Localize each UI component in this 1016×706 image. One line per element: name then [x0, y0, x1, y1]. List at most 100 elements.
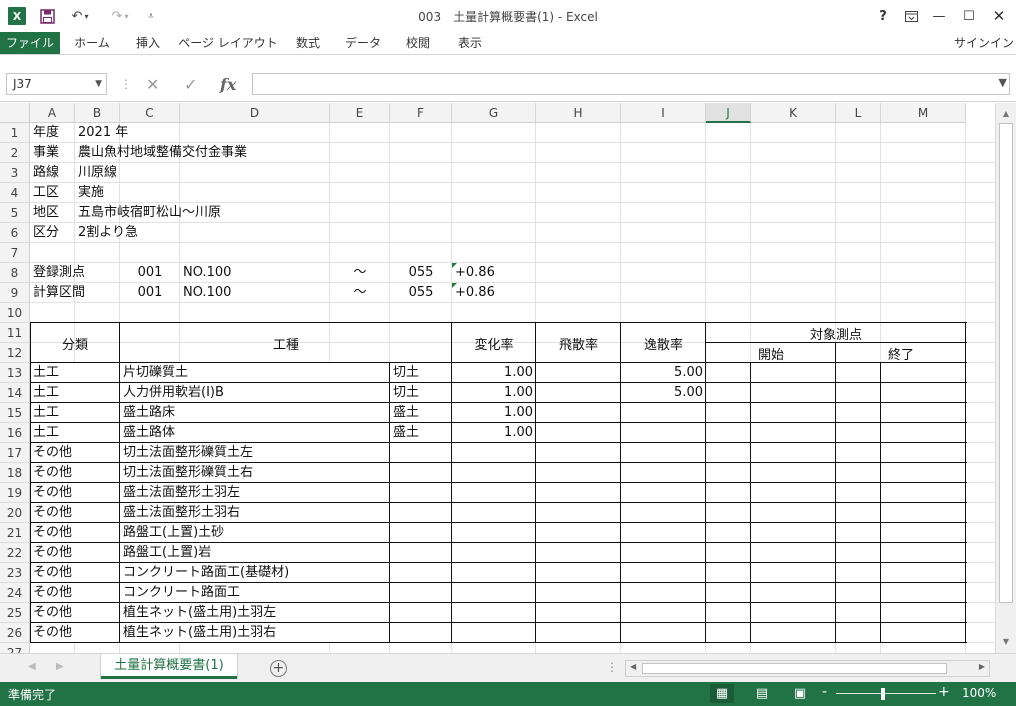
row-header-17[interactable]: 17 — [0, 443, 30, 463]
table-cell-cut-fill[interactable]: 盛土 — [390, 403, 452, 423]
station-end-code[interactable]: 055 — [390, 283, 452, 303]
table-cell-scatter-rate[interactable] — [536, 563, 621, 583]
zoom-in-button[interactable]: + — [938, 684, 950, 700]
column-header-l[interactable]: L — [836, 103, 881, 123]
info-label[interactable]: 路線 — [30, 163, 75, 183]
column-header-h[interactable]: H — [536, 103, 621, 123]
table-cell-work[interactable]: 路盤工(上置)岩 — [120, 543, 390, 563]
table-cell-escape-rate[interactable] — [621, 423, 706, 443]
expand-formula-icon[interactable]: ▼ — [999, 76, 1007, 89]
zoom-slider-thumb[interactable] — [881, 688, 885, 700]
ribbon-display-icon[interactable] — [898, 5, 924, 27]
tab-data[interactable]: データ — [336, 32, 390, 54]
table-cell-escape-rate[interactable] — [621, 563, 706, 583]
row-header-21[interactable]: 21 — [0, 523, 30, 543]
row-header-24[interactable]: 24 — [0, 583, 30, 603]
name-box[interactable]: J37 ▼ — [6, 73, 107, 95]
row-header-3[interactable]: 3 — [0, 163, 30, 183]
column-header-i[interactable]: I — [621, 103, 706, 123]
table-cell-work[interactable]: 植生ネット(盛土用)土羽左 — [120, 603, 390, 623]
table-cell-change-rate[interactable] — [452, 543, 536, 563]
table-cell-work[interactable]: 切土法面整形礫質土左 — [120, 443, 390, 463]
tab-review[interactable]: 校閲 — [394, 32, 442, 54]
table-cell-work[interactable]: 切土法面整形礫質土右 — [120, 463, 390, 483]
table-cell-work[interactable]: 盛土路床 — [120, 403, 390, 423]
minimize-icon[interactable]: — — [926, 5, 952, 27]
table-cell-cut-fill[interactable] — [390, 603, 452, 623]
row-header-14[interactable]: 14 — [0, 383, 30, 403]
row-header-7[interactable]: 7 — [0, 243, 30, 263]
table-cell-cut-fill[interactable]: 盛土 — [390, 423, 452, 443]
normal-view-icon[interactable]: ▦ — [710, 684, 734, 703]
column-header-f[interactable]: F — [390, 103, 452, 123]
table-cell-escape-rate[interactable]: 5.00 — [621, 383, 706, 403]
table-cell-cut-fill[interactable] — [390, 503, 452, 523]
info-value[interactable]: 農山魚村地域整備交付金事業 — [75, 143, 247, 163]
chevron-down-icon[interactable]: ▼ — [95, 74, 102, 94]
table-cell-scatter-rate[interactable] — [536, 483, 621, 503]
table-cell-scatter-rate[interactable] — [536, 463, 621, 483]
tab-insert[interactable]: 挿入 — [122, 32, 174, 54]
table-cell-category[interactable]: その他 — [30, 523, 120, 543]
page-break-view-icon[interactable]: ▣ — [788, 684, 812, 703]
table-cell-category[interactable]: その他 — [30, 563, 120, 583]
scroll-down-icon[interactable]: ▼ — [999, 635, 1013, 649]
info-value[interactable]: 五島市岐宿町松山～川原 — [75, 203, 221, 223]
row-header-25[interactable]: 25 — [0, 603, 30, 623]
station-end-offset[interactable]: +0.86 — [452, 263, 536, 283]
table-cell-change-rate[interactable] — [452, 563, 536, 583]
table-cell-change-rate[interactable]: 1.00 — [452, 423, 536, 443]
table-cell-change-rate[interactable] — [452, 583, 536, 603]
station-label[interactable]: 計算区間 — [30, 283, 85, 303]
station-end-code[interactable]: 055 — [390, 263, 452, 283]
table-cell-scatter-rate[interactable] — [536, 623, 621, 643]
info-value[interactable]: 2021 年 — [75, 123, 128, 143]
tab-split-handle-icon[interactable]: ⋮ — [606, 660, 618, 674]
table-cell-work[interactable]: 盛土路体 — [120, 423, 390, 443]
info-label[interactable]: 年度 — [30, 123, 75, 143]
horizontal-scroll-thumb[interactable] — [642, 663, 947, 674]
row-header-8[interactable]: 8 — [0, 263, 30, 283]
column-header-k[interactable]: K — [751, 103, 836, 123]
enter-check-icon[interactable]: ✓ — [184, 75, 197, 94]
next-sheet-icon[interactable]: ▶ — [56, 661, 64, 672]
table-cell-escape-rate[interactable] — [621, 523, 706, 543]
table-cell-escape-rate[interactable] — [621, 503, 706, 523]
row-header-15[interactable]: 15 — [0, 403, 30, 423]
row-header-12[interactable]: 12 — [0, 343, 30, 363]
zoom-out-button[interactable]: - — [822, 684, 827, 700]
drag-handle-icon[interactable]: ⋮ — [120, 77, 132, 91]
info-label[interactable]: 地区 — [30, 203, 75, 223]
scroll-right-icon[interactable]: ▶ — [979, 662, 985, 671]
formula-input[interactable]: ▼ — [252, 73, 1010, 95]
row-header-22[interactable]: 22 — [0, 543, 30, 563]
table-cell-escape-rate[interactable] — [621, 443, 706, 463]
tab-page-layout[interactable]: ページ レイアウト — [178, 32, 278, 54]
table-cell-escape-rate[interactable] — [621, 543, 706, 563]
table-cell-escape-rate[interactable] — [621, 483, 706, 503]
table-cell-scatter-rate[interactable] — [536, 543, 621, 563]
table-cell-change-rate[interactable]: 1.00 — [452, 403, 536, 423]
table-cell-escape-rate[interactable] — [621, 603, 706, 623]
tab-formulas[interactable]: 数式 — [282, 32, 334, 54]
station-start-code[interactable]: 001 — [120, 263, 180, 283]
table-cell-escape-rate[interactable] — [621, 623, 706, 643]
table-cell-change-rate[interactable] — [452, 503, 536, 523]
column-header-e[interactable]: E — [330, 103, 390, 123]
row-header-23[interactable]: 23 — [0, 563, 30, 583]
vertical-scrollbar[interactable]: ▲ ▼ — [995, 103, 1016, 653]
station-end-offset[interactable]: +0.86 — [452, 283, 536, 303]
station-range-separator[interactable]: ～ — [330, 263, 390, 283]
table-cell-work[interactable]: 路盤工(上置)土砂 — [120, 523, 390, 543]
table-cell-cut-fill[interactable] — [390, 563, 452, 583]
table-cell-change-rate[interactable]: 1.00 — [452, 363, 536, 383]
table-cell-category[interactable]: 土工 — [30, 423, 120, 443]
table-cell-category[interactable]: その他 — [30, 543, 120, 563]
table-cell-scatter-rate[interactable] — [536, 423, 621, 443]
column-header-c[interactable]: C — [120, 103, 180, 123]
table-cell-scatter-rate[interactable] — [536, 523, 621, 543]
station-label[interactable]: 登録測点 — [30, 263, 85, 283]
column-header-b[interactable]: B — [75, 103, 120, 123]
table-cell-category[interactable]: 土工 — [30, 383, 120, 403]
zoom-slider[interactable] — [836, 693, 936, 694]
